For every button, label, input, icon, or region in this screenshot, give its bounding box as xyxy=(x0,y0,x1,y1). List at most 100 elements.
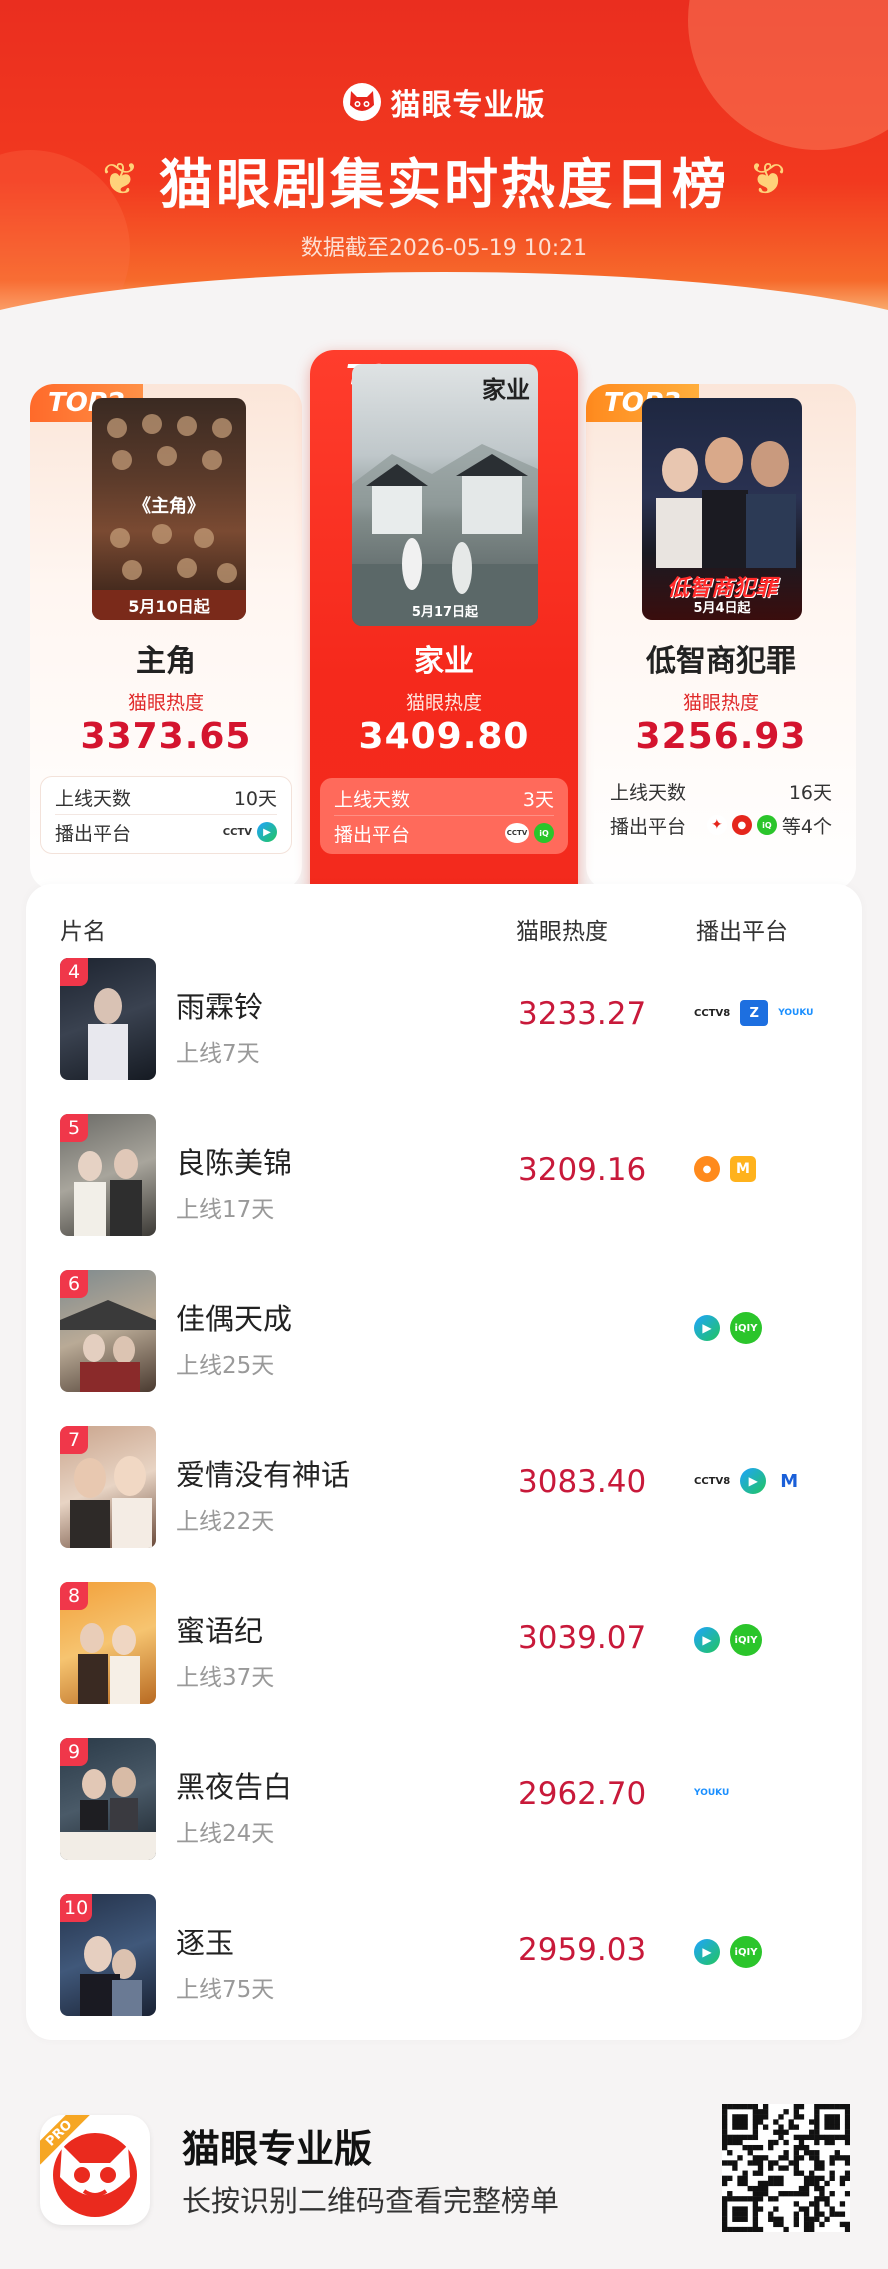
rank-badge: 5 xyxy=(60,1114,88,1142)
list-row[interactable]: 8 蜜语纪 上线37天 3039.07 ▶ iQIY xyxy=(26,1582,862,1738)
poster-date: 5月10日起 xyxy=(92,590,246,620)
platform-row: 播出平台 ✦ ● iQ 等4个 xyxy=(610,808,832,842)
poster-thumbnail: 10 xyxy=(60,1894,156,2016)
poster-thumbnail: 9 xyxy=(60,1738,156,1860)
days-online: 上线75天 xyxy=(176,1977,275,2003)
zhejiang-tv-icon: Z xyxy=(740,1000,769,1026)
footer-subtitle: 长按识别二维码查看完整榜单 xyxy=(182,2184,560,2218)
tencent-video-icon: ▶ xyxy=(740,1468,767,1494)
info-box: 上线天数 10天 播出平台 CCTV ▶ xyxy=(40,776,292,854)
poster-image: 低智商犯罪 5月4日起 xyxy=(642,398,802,620)
cctv-icon: CCTV8 xyxy=(694,1475,731,1487)
brand-row: 猫眼专业版 xyxy=(0,80,888,124)
platform-icons: CCTV ▶ xyxy=(223,822,277,842)
footer-title: 猫眼专业版 xyxy=(182,2127,373,2171)
heat-value: 3083.40 xyxy=(518,1464,647,1500)
qr-code[interactable] xyxy=(722,2104,851,2233)
days-row: 上线天数 10天 xyxy=(55,781,277,815)
maoyan-cat-icon xyxy=(342,83,381,121)
laurel-left-icon: ❦ xyxy=(102,154,139,205)
platform-icons: ✦ ● iQ 等4个 xyxy=(706,812,832,839)
days-value: 10天 xyxy=(233,788,277,810)
platform-icons: ● M xyxy=(694,1156,756,1182)
tencent-video-icon: ▶ xyxy=(694,1939,720,1965)
tencent-video-icon: ▶ xyxy=(694,1315,720,1341)
list-row[interactable]: 9 黑夜告白 上线24天 2962.70 YOUKU xyxy=(26,1738,862,1894)
heat-value: 3209.16 xyxy=(518,1152,647,1188)
list-row[interactable]: 7 爱情没有神话 上线22天 3083.40 CCTV8 ▶ M xyxy=(26,1426,862,1582)
poster-thumbnail: 6 xyxy=(60,1270,156,1392)
drama-name: 雨霖铃 xyxy=(176,990,264,1024)
top3-card[interactable]: TOP3 低智商犯罪 5月4日起 低智商犯罪 猫眼热度 3256.93 上线天数… xyxy=(586,384,856,890)
page-title: 猫眼剧集实时热度日榜 xyxy=(159,153,729,216)
m-icon: M xyxy=(780,1470,799,1492)
days-label: 上线天数 xyxy=(610,781,687,804)
title-row: ❦ 猫眼剧集实时热度日榜 ❦ xyxy=(0,140,888,219)
youku-icon: YOUKU xyxy=(778,1008,814,1018)
poster-thumbnail: 5 xyxy=(60,1114,156,1236)
heat-value: 3039.07 xyxy=(518,1620,647,1656)
app-logo[interactable]: PRO xyxy=(40,2115,150,2225)
days-online: 上线17天 xyxy=(176,1197,275,1223)
list-row[interactable]: 5 良陈美锦 上线17天 3209.16 ● M xyxy=(26,1114,862,1270)
list-row[interactable]: 10 逐玉 上线75天 2959.03 ▶ iQIY xyxy=(26,1894,862,2050)
rank-badge: 4 xyxy=(60,958,88,986)
iqiyi-icon: iQ xyxy=(756,815,777,835)
platform-icons: CCTV8 ▶ M xyxy=(694,1468,802,1494)
poster-date: 5月17日起 xyxy=(411,605,479,620)
drama-name: 家业 xyxy=(414,644,474,679)
ranking-list: 片名 猫眼热度 播出平台 4 雨霖铃 上线7天 3233.27 CCTV8 Z … xyxy=(26,884,862,2040)
days-online: 上线7天 xyxy=(176,1041,260,1067)
top1-card[interactable]: TOP1 家业 5月17日起 家业 猫眼热度 3409.80 上线天数 3天 播… xyxy=(310,350,578,890)
top2-card[interactable]: TOP2 《主角》 5月10日起 主角 猫眼热度 3373.65 上线天数 10… xyxy=(30,384,302,890)
platform-icons: CCTV8 Z YOUKU xyxy=(694,1000,813,1026)
platform-icons: ▶ iQIY xyxy=(694,1624,762,1656)
poster-thumbnail: 8 xyxy=(60,1582,156,1704)
platform-row: 播出平台 CCTV iQ xyxy=(334,816,554,850)
drama-name: 良陈美锦 xyxy=(176,1146,293,1180)
platform-label: 播出平台 xyxy=(334,823,411,846)
drama-name: 低智商犯罪 xyxy=(646,644,796,679)
days-online: 上线37天 xyxy=(176,1665,275,1691)
column-name: 片名 xyxy=(60,919,106,945)
iqiyi-icon: iQ xyxy=(534,823,554,843)
red-dot-icon: ● xyxy=(731,815,752,835)
days-label: 上线天数 xyxy=(334,789,411,811)
platform-icons: ▶ iQIY xyxy=(694,1312,762,1344)
heat-value: 3256.93 xyxy=(635,716,807,757)
drama-name: 主角 xyxy=(136,644,196,679)
heat-value: 2959.03 xyxy=(518,1932,647,1968)
days-online: 上线25天 xyxy=(176,1353,275,1379)
poster-thumbnail: 7 xyxy=(60,1426,156,1548)
red-icon: ✦ xyxy=(706,815,727,835)
cctv-icon: CCTV xyxy=(505,823,529,843)
data-timestamp: 数据截至2026-05-19 10:21 xyxy=(300,236,588,261)
poster-image: 家业 5月17日起 xyxy=(352,364,538,626)
days-value: 16天 xyxy=(788,781,832,804)
rank-badge: 9 xyxy=(60,1738,88,1766)
heat-value: 3373.65 xyxy=(80,716,252,757)
heat-value: 2962.70 xyxy=(518,1776,647,1812)
iqiyi-icon: iQIY xyxy=(730,1312,762,1344)
days-value: 3天 xyxy=(522,789,554,811)
days-row: 上线天数 16天 xyxy=(610,774,832,808)
platform-label: 播出平台 xyxy=(55,822,132,845)
poster-title: 《主角》 xyxy=(133,496,205,517)
heat-value: 3233.27 xyxy=(518,996,647,1032)
platform-icons: ▶ iQIY xyxy=(694,1936,762,1968)
list-row[interactable]: 4 雨霖铃 上线7天 3233.27 CCTV8 Z YOUKU xyxy=(26,958,862,1114)
platform-icons: YOUKU xyxy=(694,1780,729,1806)
tencent-video-icon: ▶ xyxy=(694,1627,720,1653)
list-row[interactable]: 6 佳偶天成 上线25天 ▶ iQIY xyxy=(26,1270,862,1426)
column-heat: 猫眼热度 xyxy=(516,919,608,945)
info-box: 上线天数 16天 播出平台 ✦ ● iQ 等4个 xyxy=(596,770,846,846)
platform-icons: CCTV iQ xyxy=(505,823,554,843)
brand-name: 猫眼专业版 xyxy=(390,88,546,123)
heat-value: 3409.80 xyxy=(358,716,530,757)
youku-icon: YOUKU xyxy=(694,1788,730,1798)
days-label: 上线天数 xyxy=(55,788,132,810)
cctv-icon: CCTV xyxy=(222,826,252,838)
poster-title: 家业 xyxy=(482,375,530,404)
iqiyi-icon: iQIY xyxy=(730,1624,762,1656)
drama-name: 黑夜告白 xyxy=(176,1770,293,1804)
